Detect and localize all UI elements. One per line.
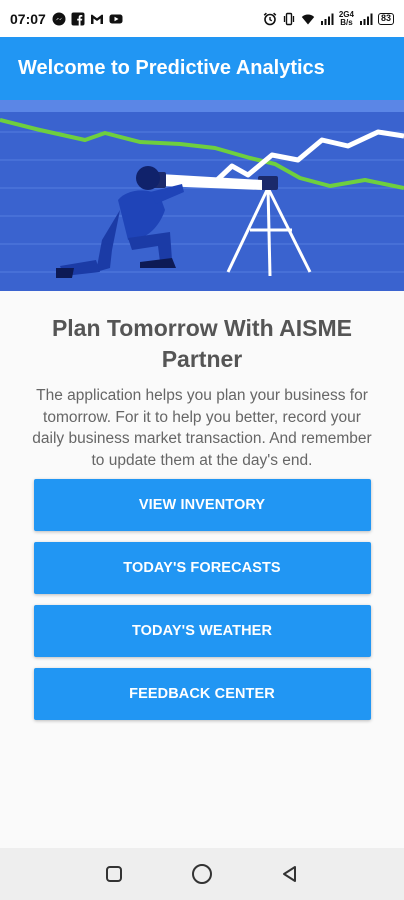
youtube-icon [109,14,123,23]
todays-forecasts-button[interactable]: TODAY'S FORECASTS [33,542,371,594]
todays-weather-button[interactable]: TODAY'S WEATHER [33,605,371,657]
vibrate-icon [283,12,295,25]
back-icon [283,866,296,882]
signal-icon [359,13,373,25]
action-buttons: VIEW INVENTORY TODAY'S FORECASTS TODAY'S… [0,479,404,720]
gmail-icon [90,14,103,24]
back-button[interactable] [277,861,303,887]
network-speed: 2G4 B/s [338,9,354,27]
facebook-icon [71,12,85,25]
notification-icons [52,12,123,26]
hero-illustration [0,100,404,291]
feedback-center-button[interactable]: FEEDBACK CENTER [33,668,371,720]
status-bar: 07:07 2G4 B/s 83 [0,0,404,37]
messenger-icon [52,12,66,25]
app-title: Welcome to Predictive Analytics [18,57,325,79]
analyst-telescope-illustration [0,100,404,291]
signal-icon [320,13,334,25]
recents-icon [106,866,122,882]
system-icons: 2G4 B/s 83 [263,9,394,27]
app-bar: Welcome to Predictive Analytics [0,37,404,100]
alarm-icon [263,12,277,25]
app-description: The application helps you plan your busi… [32,387,372,469]
home-icon [192,864,212,884]
battery-icon: 83 [377,12,394,25]
screen: 07:07 2G4 B/s 83 Welcome to Predictive A… [0,0,404,900]
system-nav-bar [0,848,404,900]
recents-button[interactable] [101,861,127,887]
page-heading: Plan Tomorrow With AISME Partner [51,315,353,372]
home-button[interactable] [189,861,215,887]
main-content: Plan Tomorrow With AISME Partner The app… [0,291,404,731]
view-inventory-button[interactable]: VIEW INVENTORY [33,479,371,531]
wifi-icon [301,14,315,24]
status-time: 07:07 [10,10,46,27]
